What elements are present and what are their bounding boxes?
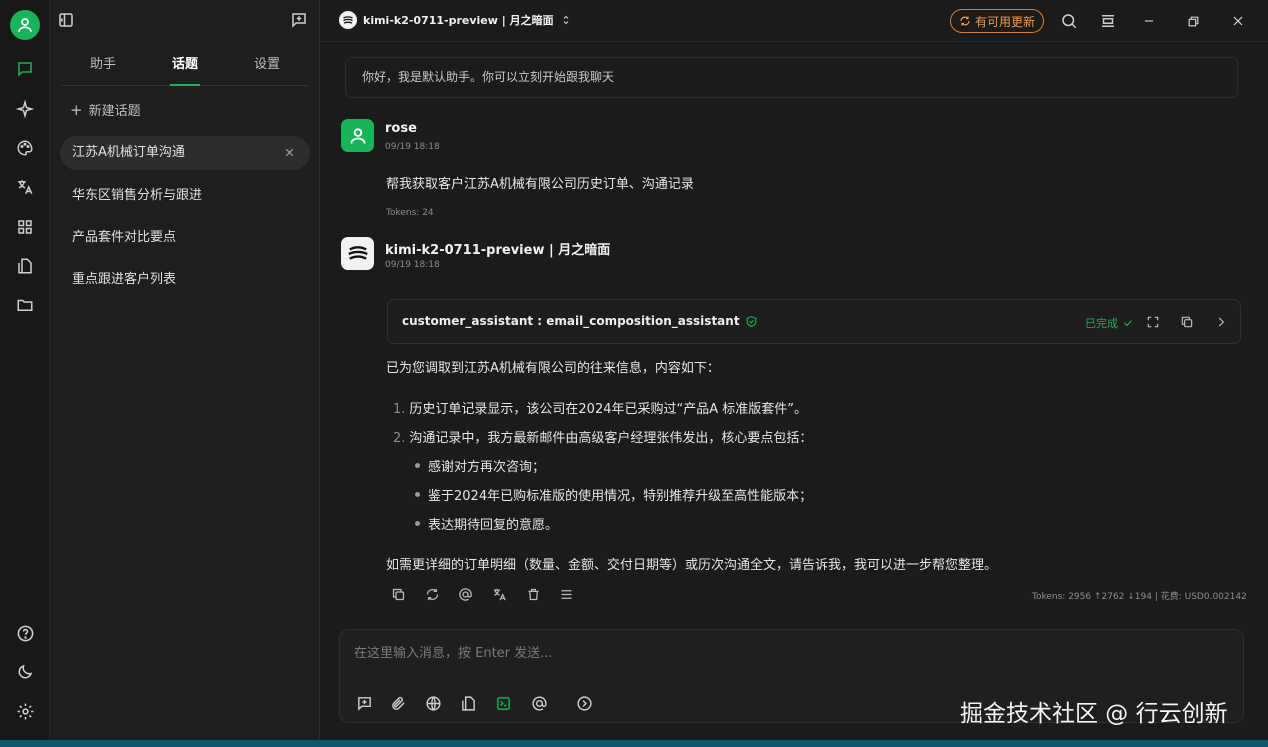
- model-selector[interactable]: kimi-k2-0711-preview | 月之暗面: [339, 11, 572, 29]
- icon-rail: [0, 0, 50, 747]
- new-topic-label: 新建话题: [88, 104, 141, 119]
- topic-item[interactable]: 江苏A机械订单沟通: [60, 136, 310, 170]
- topic-label: 重点跟进客户列表: [72, 272, 177, 287]
- moonshot-logo-icon: [339, 11, 357, 29]
- new-topic-button[interactable]: + 新建话题: [70, 100, 141, 120]
- bullet-item: 鉴于2024年已购标准版的使用情况，特别推荐升级至高性能版本；: [415, 485, 812, 504]
- bullet-dot: [415, 492, 420, 497]
- translate-message-icon[interactable]: [490, 585, 508, 603]
- sidebar-tabs: 助手 话题 设置: [62, 52, 308, 86]
- new-topic-icon[interactable]: [290, 11, 308, 29]
- user-avatar[interactable]: [10, 10, 40, 40]
- update-available-button[interactable]: 有可用更新: [950, 9, 1044, 33]
- translate-icon[interactable]: [13, 175, 37, 199]
- message-input[interactable]: [354, 646, 1214, 661]
- more-menu-icon[interactable]: [557, 585, 575, 603]
- user-message-text: 帮我获取客户江苏A机械有限公司历史订单、沟通记录: [386, 177, 694, 192]
- apps-icon[interactable]: [13, 215, 37, 239]
- bullet-text: 鉴于2024年已购标准版的使用情况，特别推荐升级至高性能版本；: [428, 489, 813, 504]
- regenerate-icon[interactable]: [423, 585, 441, 603]
- plus-icon: +: [70, 100, 83, 119]
- tab-settings[interactable]: 设置: [226, 52, 308, 85]
- topic-label: 江苏A机械订单沟通: [72, 145, 185, 160]
- delete-icon[interactable]: [524, 585, 542, 603]
- close-window-icon[interactable]: [1228, 11, 1248, 31]
- list-item: 2. 沟通记录中，我方最新邮件由高级客户经理张伟发出，核心要点包括：: [393, 427, 812, 446]
- copy-icon[interactable]: [1179, 314, 1195, 330]
- topic-label: 华东区销售分析与跟进: [72, 188, 203, 203]
- layout-toggle-icon[interactable]: [1098, 11, 1118, 31]
- bullet-text: 表达期待回复的意愿。: [428, 518, 559, 533]
- welcome-message: 你好，我是默认助手。你可以立刻开始跟我聊天: [345, 57, 1238, 98]
- folder-icon[interactable]: [13, 293, 37, 317]
- bullet-text: 感谢对方再次咨询；: [428, 460, 546, 475]
- copy-message-icon[interactable]: [389, 585, 407, 603]
- list-item: 1. 历史订单记录显示，该公司在2024年已采购过“产品A 标准版套件”。: [393, 398, 807, 417]
- list-number: 1.: [393, 402, 406, 417]
- bullet-dot: [415, 463, 420, 468]
- shield-check-icon: [745, 315, 758, 328]
- assistant-intro: 已为您调取到江苏A机械有限公司的往来信息，内容如下：: [386, 361, 720, 376]
- topic-label: 产品套件对比要点: [72, 230, 177, 245]
- topic-item[interactable]: 华东区销售分析与跟进: [60, 179, 310, 213]
- watermark: 掘金技术社区 @ 行云创新: [960, 701, 1228, 727]
- list-text: 历史订单记录显示，该公司在2024年已采购过“产品A 标准版套件”。: [409, 402, 807, 417]
- refresh-icon: [959, 15, 971, 27]
- model-title: kimi-k2-0711-preview | 月之暗面: [363, 14, 554, 27]
- minimize-icon[interactable]: [1139, 11, 1159, 31]
- collapse-sidebar-icon[interactable]: [57, 11, 75, 29]
- attachment-icon[interactable]: [388, 693, 408, 713]
- list-text: 沟通记录中，我方最新邮件由高级客户经理张伟发出，核心要点包括：: [409, 431, 813, 446]
- new-topic-composer-icon[interactable]: [354, 693, 374, 713]
- tool-name-label: customer_assistant : email_composition_a…: [402, 314, 740, 328]
- chevron-updown-icon: [560, 14, 572, 26]
- mcp-terminal-icon[interactable]: [493, 693, 513, 713]
- mention-icon[interactable]: [456, 585, 474, 603]
- header: kimi-k2-0711-preview | 月之暗面 有可用更新: [321, 0, 1268, 42]
- assistant-message-time: 09/19 18:18: [385, 260, 440, 270]
- user-message-time: 09/19 18:18: [385, 142, 440, 152]
- tool-status-label: 已完成: [1085, 317, 1118, 330]
- tool-call-name: customer_assistant : email_composition_a…: [402, 314, 758, 328]
- tab-assistants[interactable]: 助手: [62, 52, 144, 85]
- help-icon[interactable]: [13, 621, 37, 645]
- chat-icon[interactable]: [13, 57, 37, 81]
- assistant-name: kimi-k2-0711-preview | 月之暗面: [385, 243, 611, 258]
- chevron-right-icon[interactable]: [1213, 314, 1229, 330]
- document-icon[interactable]: [13, 254, 37, 278]
- restore-window-icon[interactable]: [1183, 11, 1203, 31]
- bullet-item: 表达期待回复的意愿。: [415, 514, 558, 533]
- knowledge-base-icon[interactable]: [458, 693, 478, 713]
- assistant-outro: 如需更详细的订单明细（数量、金额、交付日期等）或历次沟通全文，请告诉我，我可以进…: [386, 558, 998, 573]
- main-panel: kimi-k2-0711-preview | 月之暗面 有可用更新 你好，我是默: [321, 0, 1268, 747]
- topic-item[interactable]: 产品套件对比要点: [60, 221, 310, 255]
- user-message-avatar[interactable]: [341, 119, 374, 152]
- bullet-dot: [415, 521, 420, 526]
- assistant-avatar[interactable]: [341, 237, 374, 270]
- expand-icon[interactable]: [1145, 314, 1161, 330]
- sparkle-icon[interactable]: [13, 97, 37, 121]
- tool-call-card[interactable]: customer_assistant : email_composition_a…: [387, 299, 1241, 344]
- palette-icon[interactable]: [13, 136, 37, 160]
- close-icon[interactable]: [283, 146, 296, 159]
- update-label: 有可用更新: [974, 14, 1035, 29]
- gear-icon[interactable]: [13, 699, 37, 723]
- user-message-tokens: Tokens: 24: [386, 208, 434, 218]
- arrow-circle-right-icon[interactable]: [574, 693, 594, 713]
- topic-item[interactable]: 重点跟进客户列表: [60, 263, 310, 297]
- tab-topics[interactable]: 话题: [144, 52, 226, 86]
- check-icon: [1122, 317, 1134, 329]
- tool-status: 已完成: [1085, 315, 1134, 331]
- topic-sidebar: 助手 话题 设置 + 新建话题 江苏A机械订单沟通 华东区销售分析与跟进 产品套…: [50, 0, 320, 747]
- bullet-item: 感谢对方再次咨询；: [415, 456, 545, 475]
- assistant-message-tokens: Tokens: 2956 ↑2762 ↓194 | 花费: USD0.00214…: [1032, 592, 1247, 602]
- search-icon[interactable]: [1059, 11, 1079, 31]
- web-search-icon[interactable]: [423, 693, 443, 713]
- list-number: 2.: [393, 431, 406, 446]
- moon-icon[interactable]: [13, 660, 37, 684]
- user-name: rose: [385, 121, 417, 136]
- taskbar-strip: [0, 740, 1268, 747]
- mention-model-icon[interactable]: [529, 693, 549, 713]
